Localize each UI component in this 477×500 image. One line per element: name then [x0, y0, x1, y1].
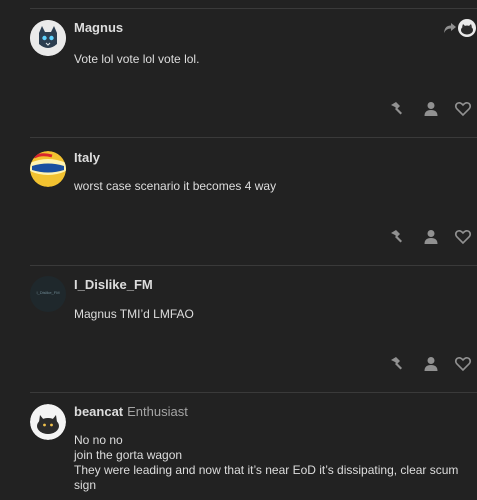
username[interactable]: I_Dislike_FM	[74, 277, 153, 292]
post-actions	[388, 100, 474, 120]
post-magnus: Magnus Vote lol vote lol vote lol.	[0, 0, 477, 137]
post-actions	[388, 355, 474, 375]
heart-icon[interactable]	[454, 355, 472, 373]
avatar-text: I_Dislike_FM	[36, 290, 60, 295]
avatar[interactable]	[30, 20, 66, 56]
avatar	[458, 19, 476, 37]
reply-arrow-icon	[444, 23, 456, 33]
user-icon[interactable]	[422, 100, 440, 118]
reply-to-indicator[interactable]	[440, 18, 477, 38]
post-body: Vote lol vote lol vote lol.	[74, 52, 200, 66]
username[interactable]: Italy	[74, 150, 100, 165]
post-beancat: beancat Enthusiast No no no join the gort…	[0, 392, 477, 500]
avatar[interactable]: I_Dislike_FM	[30, 276, 66, 312]
avatar[interactable]	[30, 404, 66, 440]
post-body: worst case scenario it becomes 4 way	[74, 179, 277, 193]
heart-icon[interactable]	[454, 228, 472, 246]
post-body: Magnus TMI’d LMFAO	[74, 307, 194, 321]
hammer-icon[interactable]	[388, 228, 406, 246]
hammer-icon[interactable]	[388, 100, 406, 118]
post-actions	[388, 228, 474, 248]
heart-icon[interactable]	[454, 100, 472, 118]
post-i-dislike-fm: I_Dislike_FM I_Dislike_FM Magnus TMI’d L…	[0, 265, 477, 392]
avatar[interactable]	[30, 151, 66, 187]
user-icon[interactable]	[422, 228, 440, 246]
hammer-icon[interactable]	[388, 355, 406, 373]
post-italy: Italy worst case scenario it becomes 4 w…	[0, 137, 477, 265]
username[interactable]: Magnus	[74, 20, 123, 35]
username-text[interactable]: beancat	[74, 404, 123, 419]
post-body: No no no join the gorta wagon They were …	[74, 433, 459, 492]
username[interactable]: beancat Enthusiast	[74, 404, 188, 419]
user-icon[interactable]	[422, 355, 440, 373]
user-title: Enthusiast	[127, 404, 188, 419]
